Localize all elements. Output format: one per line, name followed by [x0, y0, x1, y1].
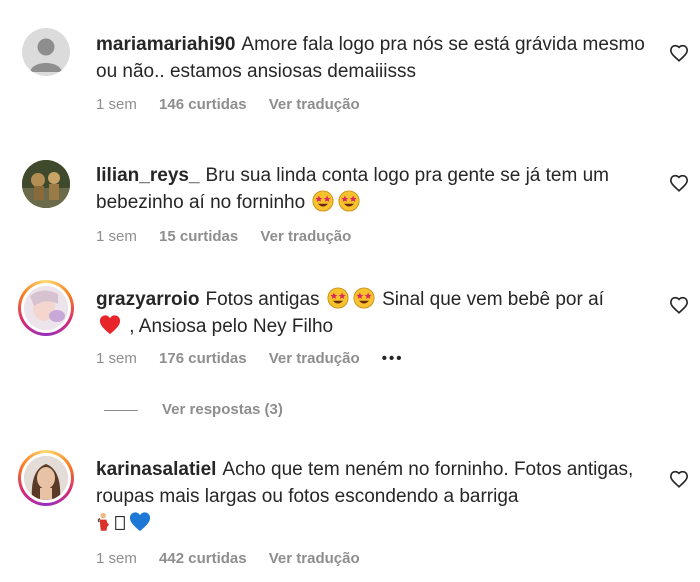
profile-photo: [24, 456, 68, 500]
star-struck-emoji: [327, 287, 349, 309]
star-struck-emoji: [312, 190, 334, 212]
pregnant-woman-emoji: [97, 512, 109, 531]
username[interactable]: grazyarroio: [96, 289, 199, 310]
comment-text: , Ansiosa pelo Ney Filho: [129, 316, 334, 337]
blue-heart-emoji: [129, 512, 151, 532]
profile-photo: [24, 286, 68, 330]
comment-meta: 1 sem 146 curtidas Ver tradução: [96, 96, 378, 113]
comment-text: Fotos antigas: [205, 289, 320, 310]
comment-body: karinasalatiel Acho que tem neném no forn…: [96, 456, 656, 537]
red-heart-emoji: [99, 315, 121, 335]
username[interactable]: lilian_reys_: [96, 165, 200, 186]
avatar[interactable]: [18, 280, 74, 336]
heart-icon[interactable]: [669, 470, 689, 488]
likes-count[interactable]: 176 curtidas: [159, 350, 247, 367]
comment-meta: 1 sem 15 curtidas Ver tradução: [96, 228, 369, 245]
star-struck-emoji: [353, 287, 375, 309]
timestamp: 1 sem: [96, 350, 137, 367]
comment-meta: 1 sem 442 curtidas Ver tradução: [96, 550, 378, 567]
comment-body: grazyarroio Fotos antigas Sinal que vem b…: [96, 286, 656, 340]
default-avatar-icon: [30, 38, 62, 72]
timestamp: 1 sem: [96, 228, 137, 245]
timestamp: 1 sem: [96, 550, 137, 567]
see-translation-link[interactable]: Ver tradução: [269, 550, 360, 567]
likes-count[interactable]: 146 curtidas: [159, 96, 247, 113]
see-translation-link[interactable]: Ver tradução: [260, 228, 351, 245]
comment-body: lilian_reys_ Bru sua linda conta logo pra…: [96, 162, 656, 216]
replies-divider: [104, 409, 138, 411]
heart-icon[interactable]: [669, 44, 689, 62]
avatar[interactable]: [22, 28, 70, 76]
likes-count[interactable]: 442 curtidas: [159, 550, 247, 567]
comment-text: Sinal que vem bebê por aí: [382, 289, 604, 310]
username[interactable]: mariamariahi90: [96, 34, 235, 55]
avatar[interactable]: [18, 450, 74, 506]
heart-icon[interactable]: [669, 296, 689, 314]
avatar[interactable]: [22, 160, 70, 208]
see-translation-link[interactable]: Ver tradução: [269, 350, 360, 367]
missing-glyph-icon: [115, 516, 125, 530]
star-struck-emoji: [338, 190, 360, 212]
likes-count[interactable]: 15 curtidas: [159, 228, 238, 245]
view-replies-button[interactable]: Ver respostas (3): [104, 401, 283, 418]
username[interactable]: karinasalatiel: [96, 459, 216, 480]
see-translation-link[interactable]: Ver tradução: [269, 96, 360, 113]
timestamp: 1 sem: [96, 96, 137, 113]
more-options-icon[interactable]: •••: [382, 350, 404, 367]
heart-icon[interactable]: [669, 174, 689, 192]
profile-photo: [22, 160, 70, 208]
comment-body: mariamariahi90 Amore fala logo pra nós se…: [96, 31, 656, 85]
comment-meta: 1 sem 176 curtidas Ver tradução •••: [96, 350, 422, 367]
view-replies-label[interactable]: Ver respostas (3): [162, 401, 283, 418]
